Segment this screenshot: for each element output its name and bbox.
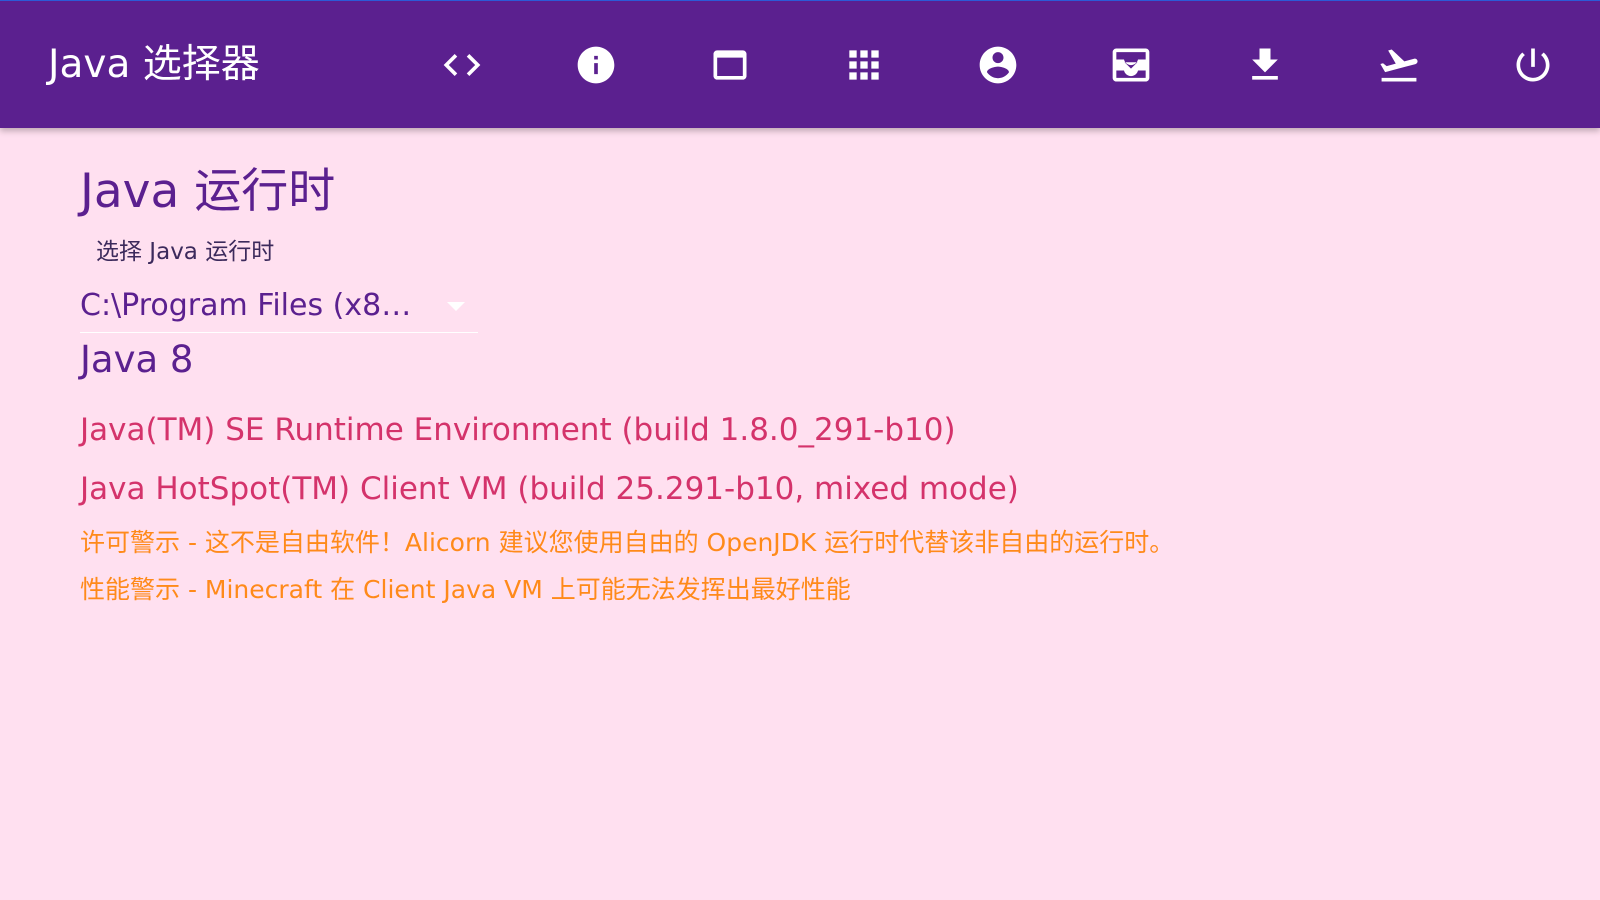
code-icon: [443, 54, 481, 76]
apps-grid-icon: [848, 50, 879, 80]
info-icon: [577, 46, 615, 84]
flight-takeoff-icon: [1380, 49, 1418, 82]
info-button[interactable]: [564, 33, 628, 97]
account-button[interactable]: [966, 33, 1030, 97]
power-icon: [1516, 48, 1550, 82]
apps-button[interactable]: [832, 33, 896, 97]
runtime-select[interactable]: C:\Program Files (x86...: [80, 276, 478, 333]
performance-warning: 性能警示 - Minecraft 在 Client Java VM 上可能无法发…: [80, 575, 851, 604]
license-warning: 许可警示 - 这不是自由软件！Alicorn 建议您使用自由的 OpenJDK …: [80, 528, 1175, 557]
toolbar: [430, 33, 1565, 97]
download-button[interactable]: [1233, 33, 1297, 97]
app-bar: Java 选择器: [0, 0, 1600, 128]
window-icon: [713, 50, 747, 80]
power-button[interactable]: [1501, 33, 1565, 97]
account-circle-icon: [979, 46, 1016, 84]
java-version-heading: Java 8: [80, 338, 194, 381]
runtime-select-value: C:\Program Files (x86...: [80, 288, 425, 323]
app-title: Java 选择器: [48, 42, 260, 87]
runtime-select-label: 选择 Java 运行时: [96, 239, 275, 265]
inbox-button[interactable]: [1099, 33, 1163, 97]
window-button[interactable]: [698, 33, 762, 97]
download-icon: [1252, 48, 1279, 80]
flight-button[interactable]: [1367, 33, 1431, 97]
dropdown-arrow-icon: [447, 302, 465, 311]
inbox-icon: [1113, 48, 1150, 82]
code-button[interactable]: [430, 33, 494, 97]
runtime-environment-info: Java(TM) SE Runtime Environment (build 1…: [80, 412, 956, 448]
page-title: Java 运行时: [80, 164, 336, 219]
vm-info: Java HotSpot(TM) Client VM (build 25.291…: [80, 471, 1019, 507]
